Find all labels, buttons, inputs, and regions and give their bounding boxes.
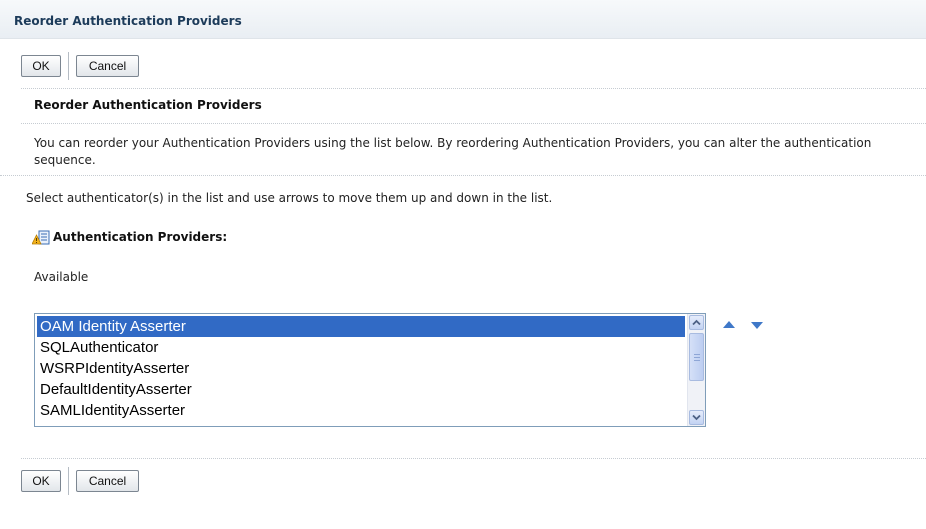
cancel-button-top[interactable]: Cancel <box>76 55 139 77</box>
list-item[interactable]: SAMLIdentityAsserter <box>37 400 685 421</box>
thumb-grip <box>694 354 700 355</box>
cancel-button-bottom[interactable]: Cancel <box>76 470 139 492</box>
list-item[interactable]: WSRPIdentityAsserter <box>37 358 685 379</box>
page-header: Reorder Authentication Providers <box>0 0 926 39</box>
section-title: Reorder Authentication Providers <box>34 98 262 112</box>
chevron-down-icon <box>692 414 701 421</box>
providers-listbox[interactable]: OAM Identity Asserter SQLAuthenticator W… <box>34 313 706 427</box>
ok-button-bottom[interactable]: OK <box>21 470 61 492</box>
thumb-grip <box>694 360 700 361</box>
triangle-down-icon[interactable] <box>750 321 764 330</box>
section-description: You can reorder your Authentication Prov… <box>34 135 926 169</box>
divider <box>21 458 926 459</box>
chevron-up-icon <box>692 319 701 326</box>
list-item[interactable]: DefaultIdentityAsserter <box>37 379 685 400</box>
description-line: sequence. <box>34 153 96 167</box>
thumb-grip <box>694 357 700 358</box>
providers-label: Authentication Providers: <box>53 230 228 244</box>
scroll-down-button[interactable] <box>689 410 704 425</box>
button-separator <box>68 52 69 80</box>
scroll-thumb[interactable] <box>689 333 704 381</box>
instruction-text: Select authenticator(s) in the list and … <box>26 191 553 205</box>
description-line: You can reorder your Authentication Prov… <box>34 136 872 150</box>
divider <box>21 123 926 124</box>
listbox-scrollbar[interactable] <box>687 314 705 426</box>
list-item[interactable]: OAM Identity Asserter <box>37 316 685 337</box>
button-separator <box>68 467 69 495</box>
list-item[interactable]: SQLAuthenticator <box>37 337 685 358</box>
providers-list: OAM Identity Asserter SQLAuthenticator W… <box>37 316 685 421</box>
divider <box>21 88 926 89</box>
triangle-up-icon[interactable] <box>722 320 736 329</box>
warning-list-icon <box>32 230 50 245</box>
ok-button-top[interactable]: OK <box>21 55 61 77</box>
available-label: Available <box>34 270 89 284</box>
page-title: Reorder Authentication Providers <box>14 14 242 28</box>
scroll-up-button[interactable] <box>689 315 704 330</box>
divider <box>0 175 926 176</box>
